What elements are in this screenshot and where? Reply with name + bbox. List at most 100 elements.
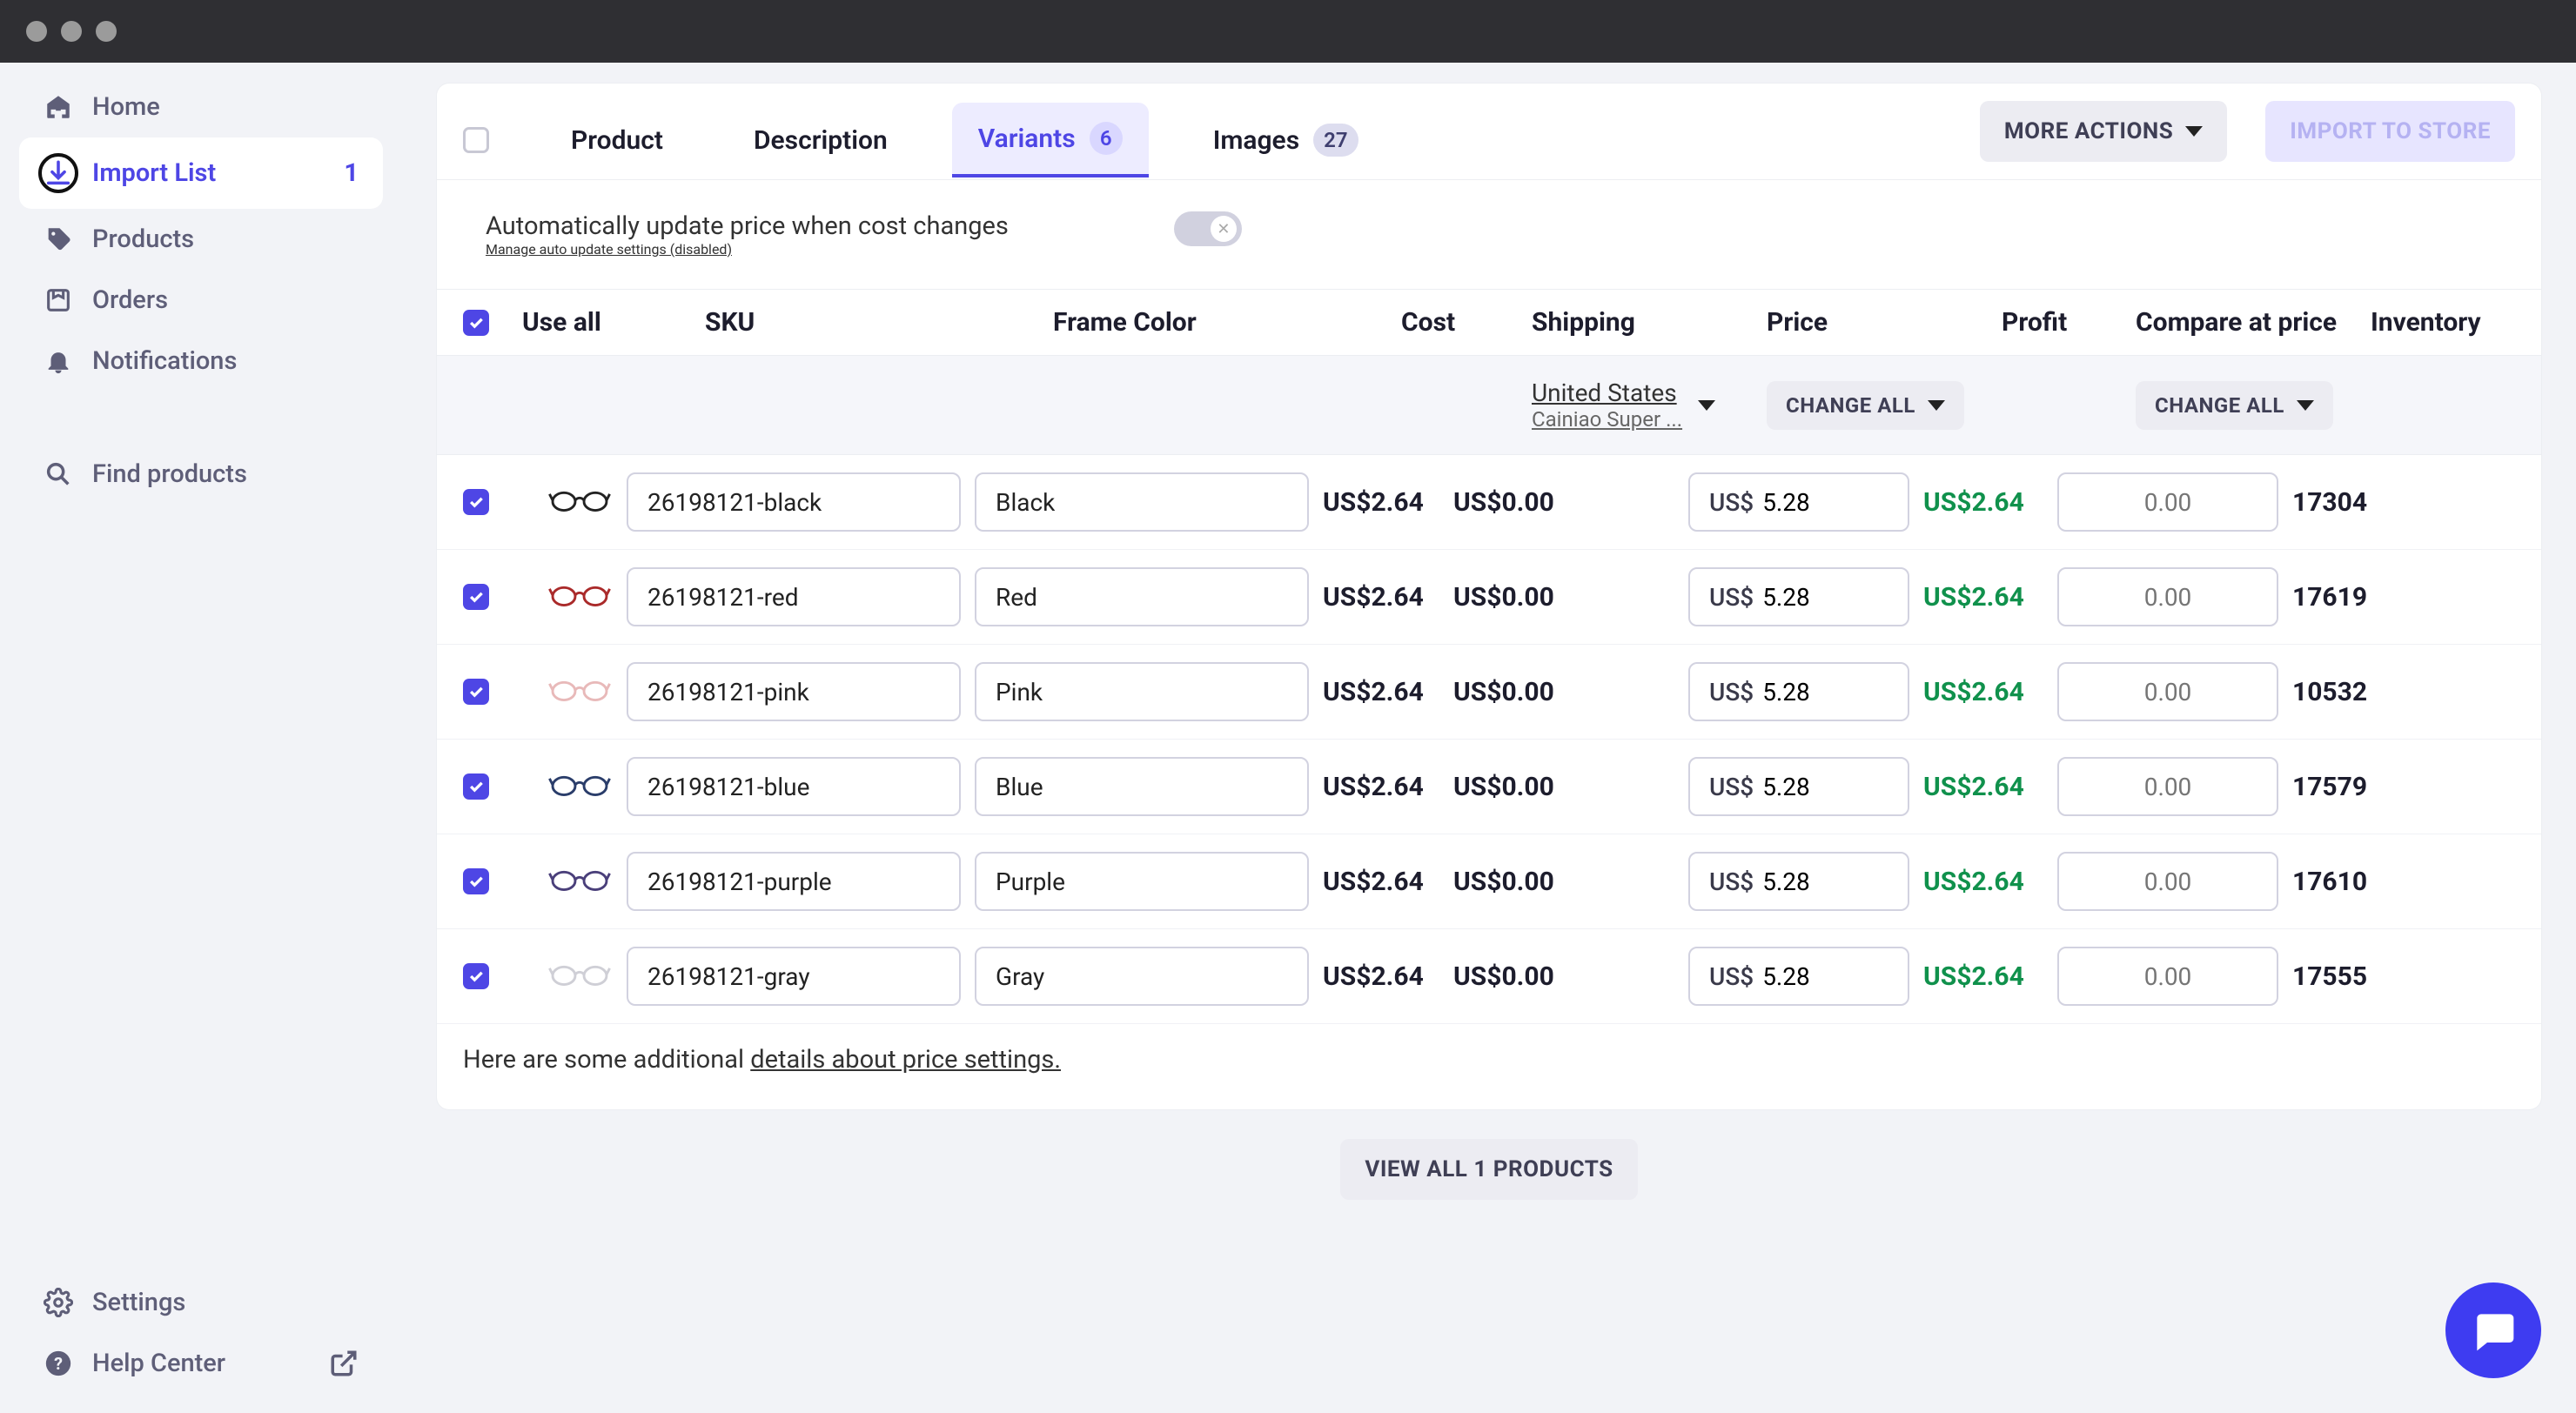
import-list-icon — [38, 153, 78, 193]
sidebar-item-products[interactable]: Products — [19, 209, 383, 270]
variant-thumbnail — [548, 862, 627, 901]
tab-product[interactable]: Product — [545, 106, 689, 175]
cost-value: US$2.64 — [1323, 677, 1453, 707]
price-footnote: Here are some additional details about p… — [437, 1024, 2541, 1109]
tab-bar: Product Description Variants 6 Images 27… — [437, 84, 2541, 180]
price-settings-link[interactable]: details about price settings. — [750, 1045, 1061, 1075]
row-checkbox[interactable] — [463, 963, 489, 989]
change-all-compare-button[interactable]: CHANGE ALL — [2136, 381, 2333, 430]
price-input[interactable]: US$5.28 — [1688, 947, 1909, 1006]
select-product-checkbox[interactable] — [463, 127, 489, 153]
price-value: 5.28 — [1762, 678, 1810, 706]
frame-color-input[interactable] — [975, 472, 1309, 532]
window-close-dot[interactable] — [26, 21, 47, 42]
row-checkbox[interactable] — [463, 868, 489, 894]
sidebar-label: Find products — [92, 459, 247, 489]
frame-color-input[interactable] — [975, 757, 1309, 816]
variants-count-badge: 6 — [1090, 122, 1123, 155]
tab-description[interactable]: Description — [728, 106, 914, 175]
window-maximize-dot[interactable] — [96, 21, 117, 42]
sku-input[interactable] — [627, 662, 961, 721]
col-use-all: Use all — [522, 307, 705, 338]
external-link-icon — [329, 1349, 359, 1378]
profit-value: US$2.64 — [1923, 487, 2057, 518]
frame-color-input[interactable] — [975, 567, 1309, 626]
product-card: Product Description Variants 6 Images 27… — [437, 84, 2541, 1109]
compare-price-input[interactable] — [2057, 472, 2278, 532]
sidebar-item-home[interactable]: Home — [19, 77, 383, 137]
chat-fab[interactable] — [2445, 1282, 2541, 1378]
sidebar-label: Orders — [92, 285, 168, 315]
compare-price-input[interactable] — [2057, 567, 2278, 626]
sidebar-item-orders[interactable]: Orders — [19, 270, 383, 331]
bell-icon — [44, 346, 73, 376]
price-input[interactable]: US$5.28 — [1688, 852, 1909, 911]
compare-price-input[interactable] — [2057, 757, 2278, 816]
sku-input[interactable] — [627, 852, 961, 911]
table-row: US$2.64 US$0.00 US$5.28 US$2.64 17610 — [437, 834, 2541, 929]
change-all-price-button[interactable]: CHANGE ALL — [1767, 381, 1964, 430]
tab-variants[interactable]: Variants 6 — [952, 103, 1149, 177]
compare-price-input[interactable] — [2057, 947, 2278, 1006]
help-icon: ? — [44, 1349, 73, 1378]
frame-color-input[interactable] — [975, 852, 1309, 911]
currency-prefix: US$ — [1709, 583, 1754, 612]
inventory-value: 10532 — [2292, 677, 2405, 707]
table-row: US$2.64 US$0.00 US$5.28 US$2.64 17579 — [437, 740, 2541, 834]
currency-prefix: US$ — [1709, 962, 1754, 991]
row-checkbox[interactable] — [463, 773, 489, 800]
shipping-value: US$0.00 — [1453, 961, 1688, 992]
shipping-value: US$0.00 — [1453, 867, 1688, 897]
compare-price-input[interactable] — [2057, 852, 2278, 911]
price-input[interactable]: US$5.28 — [1688, 662, 1909, 721]
cost-value: US$2.64 — [1323, 582, 1453, 613]
cost-value: US$2.64 — [1323, 487, 1453, 518]
tab-label: Description — [754, 125, 888, 156]
main-content: Product Description Variants 6 Images 27… — [402, 63, 2576, 1413]
row-checkbox[interactable] — [463, 584, 489, 610]
sidebar-item-help[interactable]: ? Help Center — [19, 1333, 383, 1394]
currency-prefix: US$ — [1709, 488, 1754, 517]
use-all-checkbox[interactable] — [463, 310, 489, 336]
sku-input[interactable] — [627, 567, 961, 626]
auto-update-link[interactable]: Manage auto update settings (disabled) — [486, 241, 732, 258]
sku-input[interactable] — [627, 757, 961, 816]
currency-prefix: US$ — [1709, 867, 1754, 896]
window-minimize-dot[interactable] — [61, 21, 82, 42]
sku-input[interactable] — [627, 472, 961, 532]
sidebar-item-find-products[interactable]: Find products — [19, 444, 383, 505]
chevron-down-icon — [2185, 126, 2203, 137]
variant-thumbnail — [548, 483, 627, 521]
compare-price-input[interactable] — [2057, 662, 2278, 721]
search-icon — [44, 459, 73, 489]
profit-value: US$2.64 — [1923, 867, 2057, 897]
row-checkbox[interactable] — [463, 489, 489, 515]
footnote-text: Here are some additional — [463, 1045, 750, 1075]
profit-value: US$2.64 — [1923, 772, 2057, 802]
inventory-value: 17555 — [2292, 961, 2405, 992]
table-row: US$2.64 US$0.00 US$5.28 US$2.64 17619 — [437, 550, 2541, 645]
view-all-products-button[interactable]: VIEW ALL 1 PRODUCTS — [1340, 1139, 1637, 1200]
import-to-store-button[interactable]: IMPORT TO STORE — [2265, 101, 2515, 162]
price-input[interactable]: US$5.28 — [1688, 567, 1909, 626]
price-input[interactable]: US$5.28 — [1688, 472, 1909, 532]
sidebar-item-notifications[interactable]: Notifications — [19, 331, 383, 392]
col-cost: Cost — [1401, 307, 1532, 338]
more-actions-button[interactable]: MORE ACTIONS — [1980, 101, 2227, 162]
sku-input[interactable] — [627, 947, 961, 1006]
sidebar-item-settings[interactable]: Settings — [19, 1272, 383, 1333]
frame-color-input[interactable] — [975, 947, 1309, 1006]
sidebar-item-import-list[interactable]: Import List 1 — [19, 137, 383, 209]
home-icon — [44, 92, 73, 122]
tab-images[interactable]: Images 27 — [1187, 104, 1385, 176]
table-row: US$2.64 US$0.00 US$5.28 US$2.64 17555 — [437, 929, 2541, 1024]
shipping-value: US$0.00 — [1453, 487, 1688, 518]
price-input[interactable]: US$5.28 — [1688, 757, 1909, 816]
row-checkbox[interactable] — [463, 679, 489, 705]
auto-update-toggle[interactable] — [1174, 211, 1242, 246]
shipping-value: US$0.00 — [1453, 772, 1688, 802]
frame-color-input[interactable] — [975, 662, 1309, 721]
button-label: IMPORT TO STORE — [2290, 118, 2491, 144]
shipping-selector[interactable]: United States Cainiao Super ... — [1532, 378, 1753, 432]
col-frame-color: Frame Color — [1053, 307, 1401, 338]
